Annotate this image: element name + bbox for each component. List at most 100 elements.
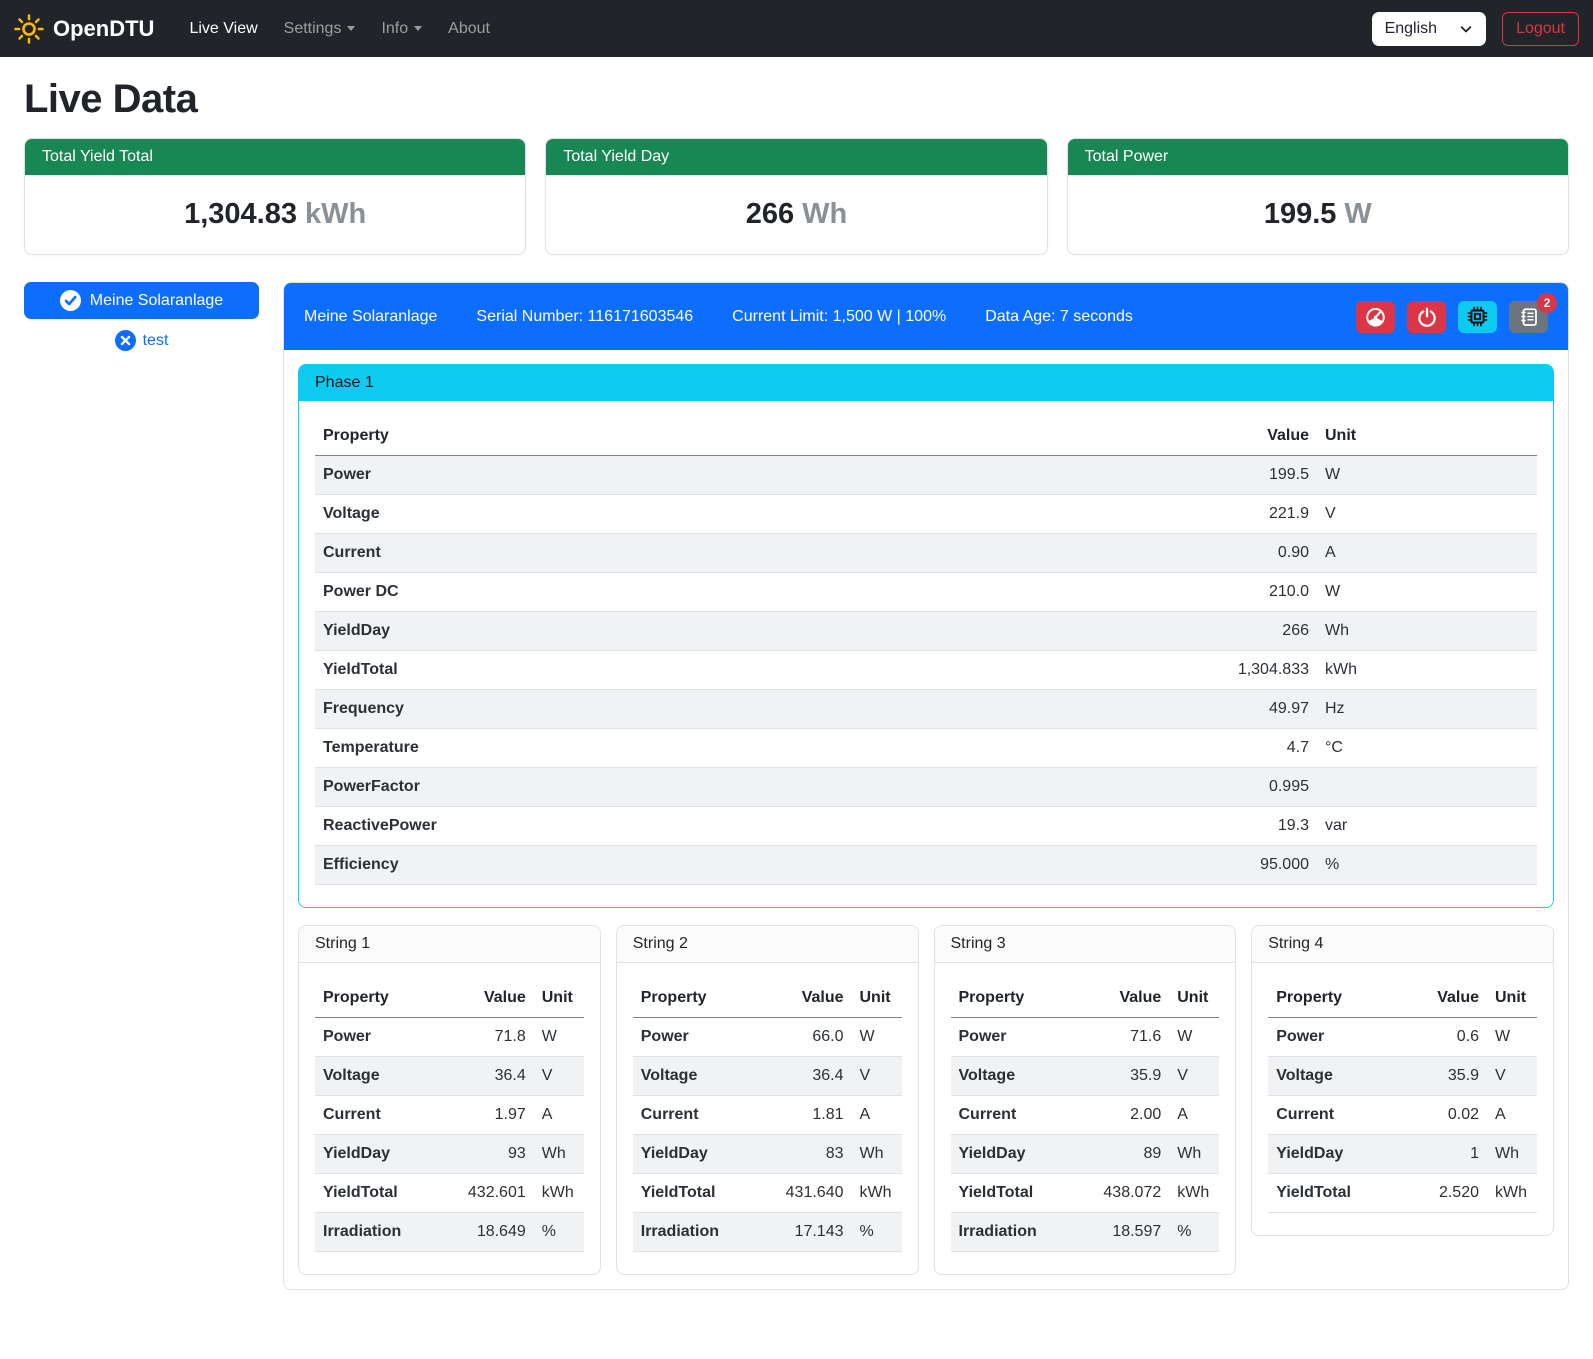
string-3-table: Property Value Unit Power71.6W Voltage35… <box>951 979 1220 1252</box>
inverter-limit: Current Limit: 1,500 W | 100% <box>732 308 946 326</box>
table-row: YieldDay83Wh <box>633 1135 902 1174</box>
logout-button[interactable]: Logout <box>1502 12 1579 46</box>
string-4-header: String 4 <box>1252 926 1553 963</box>
inverter-button-meine-solaranlage[interactable]: Meine Solaranlage <box>24 282 259 319</box>
card-header: Total Power <box>1068 139 1568 175</box>
inverter-action-buttons: 2 <box>1356 301 1548 333</box>
table-row: Current2.00A <box>951 1096 1220 1135</box>
string-4-table: Property Value Unit Power0.6W Voltage35.… <box>1268 979 1537 1213</box>
total-yield-day-value: 266 <box>746 198 794 230</box>
check-circle-icon <box>60 290 81 311</box>
string-4-card: String 4 Property Value Unit Power0.6W <box>1251 925 1554 1236</box>
device-info-button[interactable] <box>1458 301 1497 333</box>
table-row: Power DC210.0W <box>315 573 1537 612</box>
page-title: Live Data <box>24 77 1569 122</box>
card-total-power: Total Power 199.5W <box>1067 138 1569 255</box>
nav-links: Live View Settings Info About <box>176 12 503 46</box>
table-row: Voltage221.9V <box>315 495 1537 534</box>
table-row: Irradiation18.649% <box>315 1213 584 1252</box>
language-select[interactable]: English <box>1372 12 1486 46</box>
inverter-button-label: Meine Solaranlage <box>90 292 223 310</box>
nav-item-about[interactable]: About <box>435 12 503 46</box>
event-log-button[interactable]: 2 <box>1509 301 1548 333</box>
phase-1-header: Phase 1 <box>299 365 1553 401</box>
string-3-card: String 3 Property Value Unit Power71.6W <box>934 925 1237 1275</box>
total-yield-total-unit: kWh <box>305 198 366 230</box>
summary-cards-row: Total Yield Total 1,304.83kWh Total Yiel… <box>24 138 1569 255</box>
string-1-card: String 1 Property Value Unit Power71.8W <box>298 925 601 1275</box>
nav-item-live-view[interactable]: Live View <box>176 12 270 46</box>
table-row: YieldDay93Wh <box>315 1135 584 1174</box>
table-row: ReactivePower19.3var <box>315 807 1537 846</box>
table-row: YieldTotal431.640kWh <box>633 1174 902 1213</box>
table-row: Voltage35.9V <box>1268 1057 1537 1096</box>
table-row: Power199.5W <box>315 456 1537 495</box>
total-yield-total-value: 1,304.83 <box>184 198 297 230</box>
string-1-table: Property Value Unit Power71.8W Voltage36… <box>315 979 584 1252</box>
table-row: YieldTotal1,304.833kWh <box>315 651 1537 690</box>
inverter-serial: Serial Number: 116171603546 <box>476 308 693 326</box>
card-header: Total Yield Day <box>546 139 1046 175</box>
table-row: Current1.81A <box>633 1096 902 1135</box>
string-2-header: String 2 <box>617 926 918 963</box>
table-row: Power71.8W <box>315 1018 584 1057</box>
sun-logo-icon <box>14 14 44 44</box>
navbar-right: English Logout <box>1372 12 1579 46</box>
brand-label: OpenDTU <box>53 16 154 42</box>
phase-1-card: Phase 1 Property Value Unit <box>298 364 1554 908</box>
strings-row: String 1 Property Value Unit Power71.8W <box>298 925 1554 1275</box>
cpu-icon <box>1467 306 1488 327</box>
speedometer-icon <box>1365 306 1386 327</box>
nav-item-info[interactable]: Info <box>368 12 435 46</box>
table-row: YieldTotal438.072kWh <box>951 1174 1220 1213</box>
table-row: YieldDay89Wh <box>951 1135 1220 1174</box>
event-count-badge: 2 <box>1537 293 1557 313</box>
table-row: Irradiation18.597% <box>951 1213 1220 1252</box>
table-row: Efficiency95.000% <box>315 846 1537 885</box>
table-row: Irradiation17.143% <box>633 1213 902 1252</box>
inverter-data-age: Data Age: 7 seconds <box>985 308 1133 326</box>
brand[interactable]: OpenDTU <box>14 14 154 44</box>
phase-1-table: Property Value Unit Power199.5W Voltage2… <box>315 417 1537 885</box>
table-row: PowerFactor0.995 <box>315 768 1537 807</box>
table-row: Current0.90A <box>315 534 1537 573</box>
inverter-card-header: Meine Solaranlage Serial Number: 1161716… <box>284 283 1568 350</box>
top-navbar: OpenDTU Live View Settings Info About En… <box>0 0 1593 57</box>
power-icon <box>1417 307 1437 327</box>
dropdown-caret-icon <box>347 26 355 31</box>
total-yield-day-unit: Wh <box>802 198 847 230</box>
inverter-card: Meine Solaranlage Serial Number: 1161716… <box>283 282 1569 1290</box>
inverter-link-label: test <box>143 332 169 350</box>
card-total-yield-day: Total Yield Day 266Wh <box>545 138 1047 255</box>
chevron-down-icon <box>1459 22 1473 36</box>
table-row: YieldDay266Wh <box>315 612 1537 651</box>
nav-item-settings[interactable]: Settings <box>271 12 369 46</box>
inverter-link-test[interactable]: test <box>24 330 259 351</box>
table-row: Voltage36.4V <box>633 1057 902 1096</box>
string-1-header: String 1 <box>299 926 600 963</box>
string-2-table: Property Value Unit Power66.0W Voltage36… <box>633 979 902 1252</box>
x-circle-icon <box>115 330 136 351</box>
card-header: Total Yield Total <box>25 139 525 175</box>
inverter-sidebar: Meine Solaranlage test <box>24 282 259 351</box>
total-power-value: 199.5 <box>1264 198 1337 230</box>
power-toggle-button[interactable] <box>1407 301 1446 333</box>
table-row: YieldDay1Wh <box>1268 1135 1537 1174</box>
inverter-name: Meine Solaranlage <box>304 308 437 326</box>
journal-icon <box>1519 307 1539 327</box>
total-power-unit: W <box>1344 198 1371 230</box>
table-row: Voltage35.9V <box>951 1057 1220 1096</box>
table-header-row: Property Value Unit <box>315 417 1537 456</box>
table-row: Temperature4.7°C <box>315 729 1537 768</box>
limit-settings-button[interactable] <box>1356 301 1395 333</box>
table-row: Current0.02A <box>1268 1096 1537 1135</box>
table-row: Voltage36.4V <box>315 1057 584 1096</box>
table-row: Power71.6W <box>951 1018 1220 1057</box>
card-total-yield-total: Total Yield Total 1,304.83kWh <box>24 138 526 255</box>
dropdown-caret-icon <box>414 26 422 31</box>
table-row: Current1.97A <box>315 1096 584 1135</box>
table-row: Frequency49.97Hz <box>315 690 1537 729</box>
table-row: Power0.6W <box>1268 1018 1537 1057</box>
table-row: YieldTotal2.520kWh <box>1268 1174 1537 1213</box>
string-3-header: String 3 <box>935 926 1236 963</box>
